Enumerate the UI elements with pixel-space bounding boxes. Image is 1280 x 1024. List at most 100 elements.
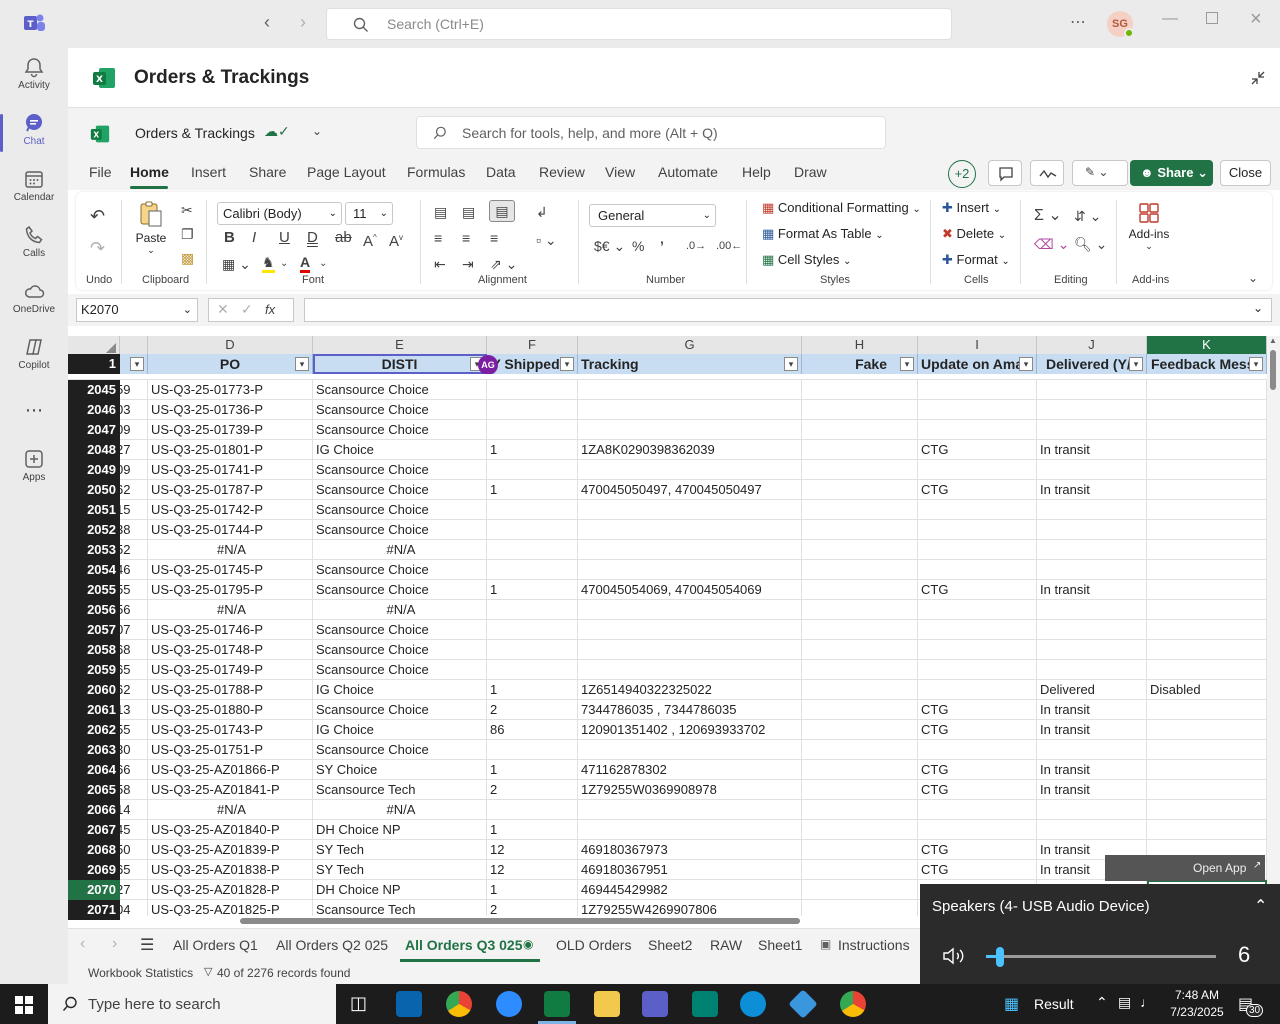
cell-c[interactable]: 58 (120, 780, 148, 800)
rail-item-onedrive[interactable]: OneDrive (0, 280, 68, 315)
tab-view[interactable]: View (605, 164, 635, 180)
align-bottom-icon[interactable]: ▤ (489, 200, 515, 222)
share-button[interactable]: ☻ Share ⌄ (1130, 160, 1213, 186)
cell-c[interactable]: 55 (120, 580, 148, 600)
cell-g[interactable]: 7344786035 , 7344786035 (578, 700, 802, 720)
cell-d[interactable]: US-Q3-25-AZ01840-P (148, 820, 313, 840)
cell-g[interactable]: 1ZA8K0290398362039 (578, 440, 802, 460)
chevron-down-icon[interactable]: ⌄ (319, 256, 327, 272)
header-cell-po[interactable]: PO (148, 354, 313, 374)
cell-f[interactable]: 1 (487, 580, 578, 600)
cell-d[interactable]: US-Q3-25-01751-P (148, 740, 313, 760)
network-icon[interactable]: ▤ (1118, 994, 1131, 1011)
next-sheet-icon[interactable]: › (112, 935, 117, 953)
row-header[interactable]: 2057 (68, 620, 120, 640)
sheet-tab-old-orders[interactable]: OLD Orders (556, 937, 631, 953)
cell-d[interactable]: US-Q3-25-01741-P (148, 460, 313, 480)
cell-d[interactable]: #N/A (148, 800, 313, 820)
cell-j[interactable]: In transit (1037, 580, 1147, 600)
cell-g[interactable] (578, 640, 802, 660)
cell-d[interactable]: US-Q3-25-01736-P (148, 400, 313, 420)
back-arrow-icon[interactable]: ‹ (264, 12, 270, 33)
minimize-window-icon[interactable]: — (1162, 10, 1178, 28)
cell-d[interactable]: US-Q3-25-01745-P (148, 560, 313, 580)
tab-file[interactable]: File (89, 164, 112, 180)
number-format-select[interactable]: General ⌄ (589, 204, 716, 227)
speaker-icon[interactable] (942, 946, 968, 966)
cell-g[interactable]: 469180367951 (578, 860, 802, 880)
cell-j[interactable] (1037, 820, 1147, 840)
cell-c[interactable]: 66 (120, 760, 148, 780)
cell-c[interactable]: 56 (120, 600, 148, 620)
sheet-tab-all-orders-q2[interactable]: All Orders Q2 025 (276, 937, 388, 953)
collaborators-badge[interactable]: +2 (948, 160, 976, 188)
file-explorer-icon[interactable] (594, 991, 620, 1017)
sheet-tab-sheet1[interactable]: Sheet1 (758, 937, 802, 953)
cell-j[interactable] (1037, 740, 1147, 760)
cell-e[interactable]: DH Choice NP (313, 820, 487, 840)
cell-e[interactable]: DH Choice NP (313, 880, 487, 900)
delete-cells-button[interactable]: ✖ Delete ⌄ (942, 226, 1006, 242)
tool-search-box[interactable]: Search for tools, help, and more (Alt + … (416, 116, 886, 149)
cell-h[interactable] (802, 840, 918, 860)
increase-decimal-icon[interactable]: .0→ (686, 238, 706, 254)
cell-g[interactable] (578, 540, 802, 560)
cell-c[interactable]: 03 (120, 400, 148, 420)
close-button[interactable]: Close (1220, 160, 1271, 186)
decrease-indent-icon[interactable]: ⇤ (434, 256, 446, 272)
cell-k[interactable] (1147, 580, 1267, 600)
cell-c[interactable]: 09 (120, 460, 148, 480)
align-center-icon[interactable]: ≡ (462, 230, 470, 246)
cell-i[interactable]: CTG (918, 860, 1037, 880)
result-widget-label[interactable]: Result (1034, 996, 1074, 1012)
cell-j[interactable] (1037, 660, 1147, 680)
cell-d[interactable]: US-Q3-25-01880-P (148, 700, 313, 720)
cell-d[interactable]: #N/A (148, 600, 313, 620)
cell-f[interactable]: 1 (487, 820, 578, 840)
cell-h[interactable] (802, 420, 918, 440)
cell-f[interactable] (487, 740, 578, 760)
cell-e[interactable]: Scansource Choice (313, 400, 487, 420)
tab-home[interactable]: Home (130, 164, 169, 180)
row-header[interactable]: 2064 (68, 760, 120, 780)
cell-e[interactable]: IG Choice (313, 440, 487, 460)
merge-center-icon[interactable]: ▫ ⌄ (536, 232, 557, 248)
conditional-formatting-button[interactable]: ▦ Conditional Formatting ⌄ (762, 200, 921, 216)
row-header[interactable]: 2062 (68, 720, 120, 740)
open-app-button[interactable]: Open App ↗ (1105, 855, 1265, 881)
row-header[interactable]: 2052 (68, 520, 120, 540)
cell-k[interactable] (1147, 780, 1267, 800)
cell-g[interactable] (578, 660, 802, 680)
cell-f[interactable]: 1 (487, 880, 578, 900)
tab-draw[interactable]: Draw (794, 164, 827, 180)
row-header[interactable]: 2054 (68, 560, 120, 580)
cell-g[interactable]: 471162878302 (578, 760, 802, 780)
cell-c[interactable]: 65 (120, 860, 148, 880)
cell-c[interactable]: 27 (120, 880, 148, 900)
cell-i[interactable]: CTG (918, 760, 1037, 780)
cell-j[interactable]: Delivered (1037, 680, 1147, 700)
teams-search-box[interactable]: Search (Ctrl+E) (326, 8, 952, 40)
cell-f[interactable] (487, 460, 578, 480)
rail-item-activity[interactable]: Activity (0, 56, 68, 91)
cell-h[interactable] (802, 500, 918, 520)
cell-c[interactable]: 59 (120, 380, 148, 400)
cancel-icon[interactable]: ✕ (217, 301, 229, 318)
font-size-select[interactable]: 11 ⌄ (345, 202, 393, 225)
font-name-select[interactable]: Calibri (Body) ⌄ (217, 202, 342, 225)
decrease-decimal-icon[interactable]: .00← (716, 238, 742, 254)
cell-k[interactable] (1147, 540, 1267, 560)
cell-e[interactable]: Scansource Choice (313, 740, 487, 760)
cell-i[interactable] (918, 660, 1037, 680)
taskbar-search-box[interactable]: Type here to search (48, 984, 336, 1024)
cell-i[interactable] (918, 740, 1037, 760)
cell-k[interactable] (1147, 500, 1267, 520)
scroll-up-icon[interactable]: ▲ (1269, 336, 1277, 345)
volume-slider-track[interactable] (986, 955, 1216, 958)
cell-h[interactable] (802, 380, 918, 400)
catch-up-button[interactable] (1030, 160, 1064, 186)
cell-c[interactable]: 55 (120, 720, 148, 740)
file-name[interactable]: Orders & Trackings (135, 125, 255, 141)
editing-mode-button[interactable]: ✎ ⌄ (1072, 160, 1128, 186)
formula-input[interactable]: ⌄ (304, 298, 1272, 322)
